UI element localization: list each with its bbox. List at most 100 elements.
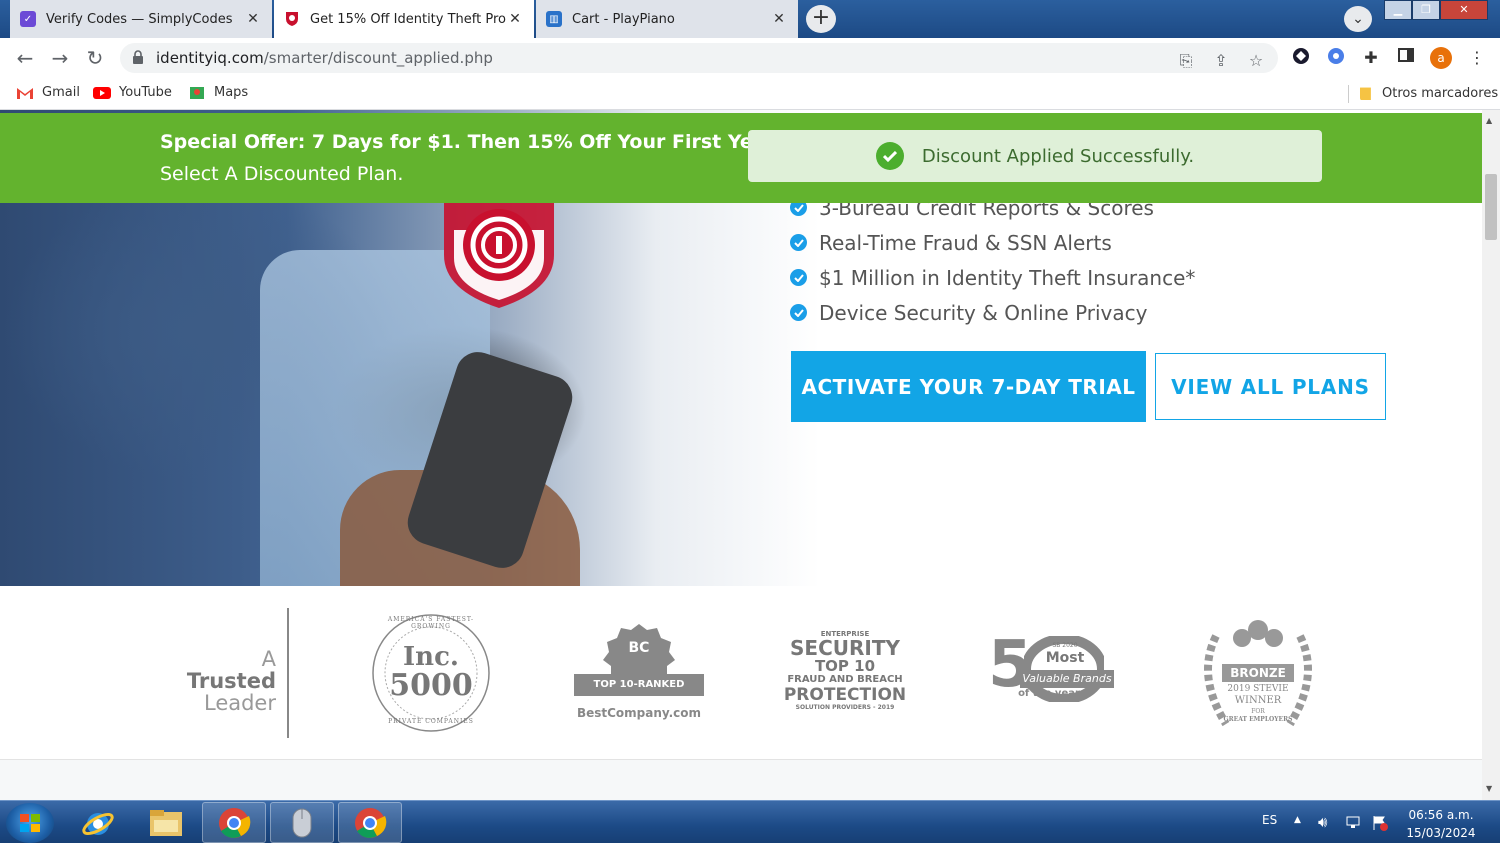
show-hidden-icons-arrow-icon[interactable]: ▲ — [1294, 815, 1301, 858]
view-all-plans-button[interactable]: VIEW ALL PLANS — [1155, 353, 1386, 420]
folder-icon — [1360, 87, 1371, 100]
close-tab-icon[interactable]: ✕ — [506, 11, 524, 27]
bookmark-label: Gmail — [42, 85, 80, 100]
security-word: SECURITY — [790, 636, 900, 660]
action-center-flag-icon[interactable] — [1372, 815, 1388, 858]
menu-kebab-icon[interactable]: ⋮ — [1466, 47, 1488, 69]
taskbar-chrome-2[interactable] — [338, 802, 402, 843]
identityiq-shield-logo-icon — [444, 200, 554, 308]
start-button[interactable] — [6, 803, 54, 843]
language-indicator[interactable]: ES — [1262, 813, 1277, 856]
extension-diamond-icon[interactable] — [1290, 47, 1312, 69]
reload-icon[interactable]: ↻ — [82, 46, 108, 70]
clock-time: 06:56 a.m. — [1408, 808, 1474, 822]
back-arrow-icon[interactable]: ← — [12, 46, 38, 70]
feature-item: Real-Time Fraud & SSN Alerts — [790, 225, 1195, 260]
taskbar-chrome-1[interactable] — [202, 802, 266, 843]
security-top10: TOP 10 — [814, 657, 876, 675]
chrome-icon — [219, 807, 251, 838]
url-text: identityiq.com/smarter/discount_applied.… — [156, 49, 493, 67]
toast-message: Discount Applied Successfully. — [921, 145, 1195, 167]
feature-item: $1 Million in Identity Theft Insurance* — [790, 260, 1195, 295]
bookmark-label: YouTube — [119, 85, 172, 100]
bestcompany-award-badge: BC TOP 10-RANKED BestCompany.com — [574, 622, 704, 732]
bookmark-star-icon[interactable]: ☆ — [1246, 51, 1266, 70]
extension-globe-icon[interactable] — [1325, 47, 1347, 69]
scroll-up-arrow-icon[interactable]: ▲ — [1486, 116, 1492, 125]
feature-text: $1 Million in Identity Theft Insurance* — [819, 265, 1196, 290]
taskbar-internet-explorer[interactable] — [66, 802, 130, 843]
trusted-word-bold: Trusted — [186, 669, 276, 693]
url-domain: identityiq.com — [156, 49, 264, 67]
maps-icon — [190, 86, 204, 99]
tab-strip: ✓ Verify Codes — SimplyCodes ✕ Get 15% O… — [0, 0, 1500, 38]
bookmark-youtube[interactable]: YouTube — [93, 85, 172, 100]
profile-avatar[interactable]: a — [1430, 47, 1452, 69]
scroll-down-arrow-icon[interactable]: ▼ — [1486, 784, 1492, 793]
bc-ribbon-text: TOP 10-RANKED — [574, 674, 704, 696]
mvb-year: SB 2020 — [1052, 642, 1078, 649]
bookmark-label: Maps — [214, 85, 249, 100]
identityiq-shield-favicon-icon — [284, 11, 300, 27]
offer-title: Special Offer: 7 Days for $1. Then 15% O… — [160, 131, 780, 153]
translate-icon[interactable]: ⎘ — [1176, 51, 1196, 70]
minimize-button[interactable]: ▁ — [1384, 0, 1412, 20]
taskbar-mouse-app[interactable] — [270, 802, 334, 843]
close-tab-icon[interactable]: ✕ — [244, 11, 262, 27]
check-circle-icon — [790, 304, 807, 321]
stevie-for: FOR — [1251, 708, 1265, 715]
special-offer-banner: Special Offer: 7 Days for $1. Then 15% O… — [0, 113, 1482, 203]
inc-bottom-text: PRIVATE COMPANIES — [388, 718, 474, 725]
tab-identityiq[interactable]: Get 15% Off Identity Theft Protec ✕ — [274, 0, 534, 38]
tab-search-chevron-icon[interactable]: ⌄ — [1344, 6, 1372, 32]
tab-simplycodes[interactable]: ✓ Verify Codes — SimplyCodes ✕ — [10, 0, 272, 38]
close-window-button[interactable]: ✕ — [1440, 0, 1488, 20]
stevie-great-employers: GREAT EMPLOYERS — [1223, 716, 1293, 723]
bookmarks-divider — [1348, 85, 1349, 103]
most-valuable-brands-award-badge: 5 SB 2020 Most Valuable Brands of the ye… — [984, 630, 1118, 720]
check-circle-icon — [790, 234, 807, 251]
network-icon[interactable] — [1346, 815, 1362, 858]
mouse-icon — [292, 808, 312, 837]
internet-explorer-icon — [82, 812, 114, 835]
maximize-button[interactable]: ❐ — [1412, 0, 1440, 20]
activate-trial-button[interactable]: ACTIVATE YOUR 7-DAY TRIAL — [791, 351, 1146, 422]
feature-list: 3-Bureau Credit Reports & Scores Real-Ti… — [790, 190, 1195, 330]
address-bar[interactable]: identityiq.com/smarter/discount_applied.… — [120, 43, 1278, 73]
awards-strip: A Trusted Leader AMERICA'S FASTEST-GROWI… — [0, 586, 1482, 760]
page-scrollbar[interactable]: ▲ ▼ — [1482, 110, 1500, 800]
bookmarks-bar: Gmail YouTube Maps Otros marcadores — [0, 78, 1500, 110]
trusted-word-a: A — [261, 647, 276, 671]
stevie-bronze-award-badge: BRONZE 2019 STEVIE WINNER FOR GREAT EMPL… — [1196, 616, 1320, 732]
bookmark-gmail[interactable]: Gmail — [16, 85, 80, 100]
youtube-icon — [93, 86, 111, 99]
system-clock[interactable]: 06:56 a.m. 15/03/2024 — [1398, 806, 1484, 842]
bookmark-maps[interactable]: Maps — [188, 85, 248, 100]
windows-logo-icon — [20, 814, 40, 832]
tab-playpiano[interactable]: ▥ Cart - PlayPiano ✕ — [536, 0, 798, 38]
simplycodes-favicon-icon: ✓ — [20, 11, 36, 27]
tab-title: Get 15% Off Identity Theft Protec — [310, 11, 506, 27]
extensions-puzzle-icon[interactable]: ✚ — [1360, 47, 1382, 69]
check-circle-icon — [790, 269, 807, 286]
security-protection: PROTECTION — [783, 685, 907, 705]
mvb-valuable-brands: Valuable Brands — [1020, 670, 1114, 688]
tab-title: Verify Codes — SimplyCodes — [46, 11, 233, 27]
taskbar-file-explorer[interactable] — [134, 802, 198, 843]
security-solution-providers: SOLUTION PROVIDERS - 2019 — [795, 704, 895, 711]
security-top10-award-badge: ENTERPRISE SECURITY TOP 10 FRAUD AND BRE… — [778, 630, 912, 720]
new-tab-button[interactable]: + — [806, 5, 836, 33]
forward-arrow-icon[interactable]: → — [47, 46, 73, 70]
awards-divider — [287, 608, 289, 738]
mvb-most: Most — [1045, 650, 1085, 666]
inc5000-award-badge: AMERICA'S FASTEST-GROWING Inc. 5000 PRIV… — [370, 612, 492, 734]
side-panel-icon[interactable] — [1395, 47, 1417, 69]
feature-text: Device Security & Online Privacy — [819, 300, 1148, 325]
stevie-year: 2019 STEVIE — [1227, 684, 1289, 694]
share-icon[interactable]: ⇪ — [1211, 51, 1231, 70]
scrollbar-thumb[interactable] — [1485, 174, 1497, 240]
bookmark-other-folder[interactable]: Otros marcadores — [1360, 85, 1498, 101]
volume-icon[interactable]: 🔊︎ — [1318, 813, 1327, 856]
folder-icon — [150, 809, 182, 836]
close-tab-icon[interactable]: ✕ — [770, 11, 788, 27]
